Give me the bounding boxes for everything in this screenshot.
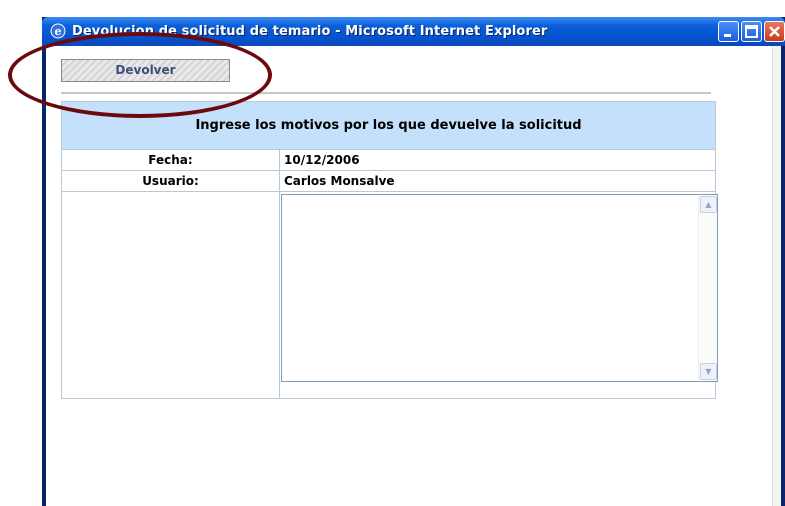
page-content: Devolver Ingrese los motivos por los que…	[46, 46, 781, 506]
browser-window: e Devolucion de solicitud de temario - M…	[42, 17, 785, 506]
page-scrollbar[interactable]	[772, 46, 781, 506]
separator-line	[61, 92, 711, 94]
devolver-button[interactable]: Devolver	[61, 59, 230, 82]
motivos-label-cell	[62, 192, 280, 399]
maximize-icon	[745, 25, 758, 38]
internet-explorer-icon: e	[50, 23, 66, 39]
minimize-icon	[724, 34, 731, 37]
usuario-label: Usuario:	[62, 171, 280, 192]
motivos-row: ▲ ▼	[62, 191, 718, 399]
maximize-button[interactable]	[741, 21, 762, 42]
usuario-row: Usuario: Carlos Monsalve	[62, 170, 715, 192]
title-bar[interactable]: e Devolucion de solicitud de temario - M…	[42, 17, 785, 46]
svg-text:e: e	[55, 25, 62, 38]
usuario-value: Carlos Monsalve	[284, 174, 395, 188]
motivos-textarea[interactable]	[281, 194, 718, 382]
minimize-button[interactable]	[718, 21, 739, 42]
return-form: Ingrese los motivos por los que devuelve…	[61, 101, 718, 399]
textarea-scrollbar[interactable]: ▲ ▼	[698, 195, 717, 381]
scroll-up-arrow-icon[interactable]: ▲	[700, 196, 717, 213]
window-title: Devolucion de solicitud de temario - Mic…	[72, 24, 548, 39]
form-heading: Ingrese los motivos por los que devuelve…	[62, 102, 715, 149]
close-icon	[769, 26, 780, 37]
fecha-value: 10/12/2006	[284, 153, 360, 167]
fecha-label: Fecha:	[62, 150, 280, 171]
close-button[interactable]	[764, 21, 785, 42]
fecha-row: Fecha: 10/12/2006	[62, 149, 715, 171]
scroll-down-arrow-icon[interactable]: ▼	[700, 363, 717, 380]
